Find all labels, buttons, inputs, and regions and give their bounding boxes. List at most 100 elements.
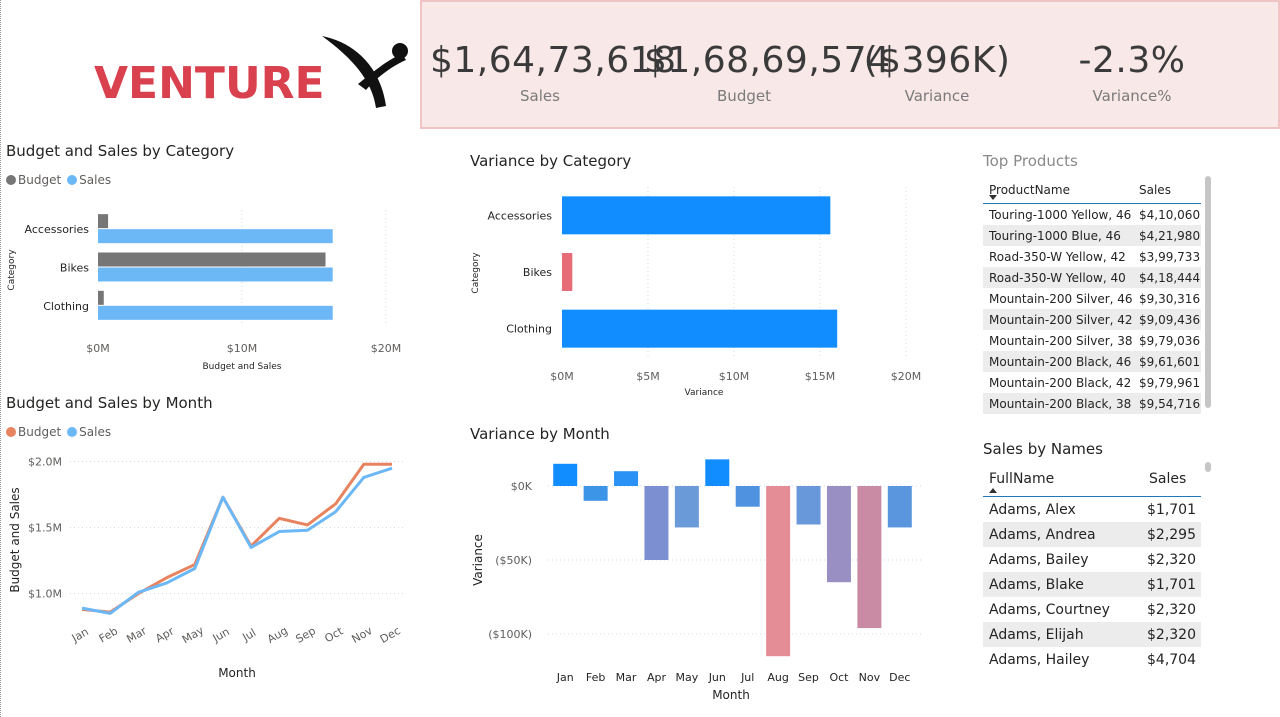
table-row[interactable]: Adams, Courtney $2,320 — [983, 597, 1201, 622]
y-tick-label: Bikes — [60, 262, 89, 275]
legend-item-budget[interactable]: Budget — [6, 425, 61, 439]
x-tick-label: May — [676, 671, 699, 684]
fullname-cell: Adams, Courtney — [989, 601, 1110, 618]
sort-desc-icon — [989, 195, 997, 200]
chart-title-budget-sales-category: Budget and Sales by Category — [6, 142, 235, 160]
table-body: Touring-1000 Yellow, 46 $4,10,060 Touring-… — [983, 204, 1201, 414]
sales-cell: $9,79,961 — [1139, 375, 1201, 390]
table-row[interactable]: Mountain-200 Black, 46 $9,61,601 — [983, 351, 1201, 372]
productname-cell: Mountain-200 Black, 38 — [989, 396, 1132, 411]
x-tick-label: $10M — [227, 342, 258, 355]
sales-cell: $4,18,444 — [1139, 270, 1201, 285]
productname-cell: Mountain-200 Silver, 42 — [989, 312, 1133, 327]
kpi-label: Variance% — [1092, 87, 1172, 105]
logo-text: VENTURE — [94, 58, 325, 109]
x-tick-label: Jun — [708, 671, 726, 684]
x-tick-label: $5M — [636, 370, 660, 383]
x-axis-title: Variance — [685, 388, 724, 398]
table-row[interactable]: Road-350-W Yellow, 42 $3,99,733 — [983, 246, 1201, 267]
kpi-label: Sales — [520, 87, 560, 105]
chart-variance-by-month[interactable]: $0K ($50K) ($100K) Variance Month Jan Feb Mar Ap… — [460, 450, 940, 705]
x-tick-label: Nov — [859, 671, 881, 684]
chart-variance-by-category[interactable]: $0M $5M $10M $15M $20M Variance Category Access… — [460, 175, 940, 400]
x-tick-label: Nov — [350, 624, 376, 646]
table-body: Adams, Alex $1,701 Adams, Andrea $2,295 Adam… — [983, 497, 1201, 672]
sales-cell: $1,701 — [1147, 576, 1196, 593]
bar-variance — [562, 196, 831, 235]
table-row[interactable]: Adams, Blake $1,701 — [983, 572, 1201, 597]
y-tick-label: $1.5M — [28, 522, 62, 535]
table-title-top-products: Top Products — [983, 152, 1078, 170]
table-row[interactable]: Adams, Elijah $2,320 — [983, 622, 1201, 647]
bar-sales — [98, 267, 333, 282]
productname-cell: Road-350-W Yellow, 40 — [989, 270, 1126, 285]
column-header-productname[interactable]: ProductName — [983, 183, 1133, 197]
legend-item-budget[interactable]: Budget — [6, 173, 61, 187]
productname-cell: Road-350-W Yellow, 42 — [989, 249, 1126, 264]
fullname-cell: Adams, Elijah — [989, 626, 1084, 643]
table-row[interactable]: Adams, Alex $1,701 — [983, 497, 1201, 522]
chart-budget-sales-by-month[interactable]: $2.0M $1.5M $1.0M Budget and Sales Month Jan F… — [0, 440, 420, 685]
sales-cell: $4,704 — [1147, 651, 1196, 668]
fullname-cell: Adams, Hailey — [989, 651, 1090, 668]
x-tick-label: $0M — [86, 342, 110, 355]
kpi-variance: ($396K) Variance — [842, 40, 1032, 105]
kpi-budget: $1,68,69,574 Budget — [644, 40, 891, 105]
legend-budget-sales-category: Budget Sales — [6, 173, 117, 187]
table-row[interactable]: Touring-1000 Yellow, 46 $4,10,060 — [983, 204, 1201, 225]
table-row[interactable]: Road-350-W Yellow, 40 $4,18,444 — [983, 267, 1201, 288]
bar-variance-month — [735, 486, 760, 507]
legend-dot-icon — [6, 175, 16, 185]
table-row[interactable]: Touring-1000 Blue, 46 $4,21,980 — [983, 225, 1201, 246]
chart-budget-sales-by-category[interactable]: $0M $10M $20M Budget and Sales Category Acces… — [0, 190, 420, 375]
x-tick-label: Apr — [153, 624, 176, 645]
kpi-value: $1,68,69,574 — [644, 40, 891, 81]
line-budget — [81, 462, 392, 614]
logo-graphic: VENTURE — [94, 36, 408, 109]
x-tick-label: Jan — [69, 625, 91, 645]
table-row[interactable]: Mountain-200 Black, 42 $9,79,961 — [983, 372, 1201, 393]
table-row[interactable]: Mountain-200 Black, 38 $9,54,716 — [983, 393, 1201, 414]
legend-item-sales[interactable]: Sales — [67, 173, 111, 187]
table-row[interactable]: Adams, Andrea $2,295 — [983, 522, 1201, 547]
sales-cell: $9,30,316 — [1139, 291, 1201, 306]
sales-by-names-table: FullName Sales Adams, Alex $1,701 Adams, A… — [983, 462, 1201, 672]
legend-item-sales[interactable]: Sales — [67, 425, 111, 439]
x-tick-label: Sep — [293, 624, 317, 646]
x-tick-label: Jun — [210, 625, 232, 645]
column-header-sales[interactable]: Sales — [1133, 183, 1201, 197]
x-tick-label: May — [180, 623, 207, 646]
bar-variance — [562, 253, 573, 291]
table-row[interactable]: Adams, Bailey $2,320 — [983, 547, 1201, 572]
chart-title-budget-sales-month: Budget and Sales by Month — [6, 394, 213, 412]
x-tick-label: Apr — [647, 671, 667, 684]
table-row[interactable]: Mountain-200 Silver, 38 $9,79,036 — [983, 330, 1201, 351]
kpi-label: Budget — [717, 87, 771, 105]
table-title-sales-by-names: Sales by Names — [983, 440, 1103, 458]
table-row[interactable]: Adams, Hailey $4,704 — [983, 647, 1201, 672]
table-row[interactable]: Mountain-200 Silver, 42 $9,09,436 — [983, 309, 1201, 330]
y-axis-title: Budget and Sales — [8, 487, 22, 592]
sales-by-names-scrollbar[interactable] — [1205, 462, 1211, 472]
y-tick-label: Bikes — [523, 266, 552, 279]
column-header-fullname[interactable]: FullName — [983, 471, 1143, 487]
column-header-sales[interactable]: Sales — [1143, 471, 1201, 487]
chart-title-variance-month: Variance by Month — [470, 425, 610, 443]
top-products-scrollbar[interactable] — [1205, 176, 1211, 408]
y-axis-title: Category — [471, 252, 481, 294]
bar-variance-month — [887, 486, 912, 528]
legend-label: Budget — [18, 425, 62, 439]
y-tick-label: ($50K) — [495, 554, 532, 567]
x-tick-label: Aug — [265, 624, 290, 646]
x-tick-label: Sep — [798, 671, 819, 684]
kpi-variance-pct: -2.3% Variance% — [1042, 40, 1222, 105]
sales-cell: $4,21,980 — [1139, 228, 1201, 243]
productname-cell: Mountain-200 Black, 46 — [989, 354, 1132, 369]
table-row[interactable]: Mountain-200 Silver, 46 $9,30,316 — [983, 288, 1201, 309]
legend-label: Budget — [18, 173, 62, 187]
kpi-banner: $1,64,73,618 Sales $1,68,69,574 Budget (… — [420, 0, 1280, 129]
y-axis-title: Variance — [471, 534, 485, 586]
sales-cell: $2,320 — [1147, 551, 1196, 568]
kpi-sales: $1,64,73,618 Sales — [430, 40, 676, 105]
x-tick-label: Jul — [239, 626, 258, 644]
